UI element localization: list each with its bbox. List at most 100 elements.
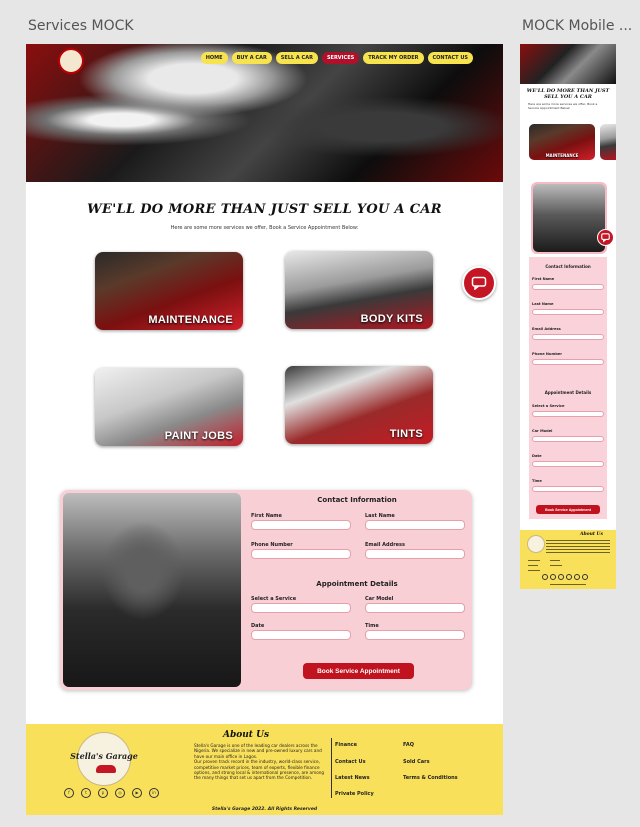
footer-link-sold-cars[interactable]: Sold Cars [403,759,430,765]
instagram-icon[interactable]: ◎ [115,788,125,798]
book-appointment-button[interactable]: Book Service Appointment [303,663,414,679]
mobile-service-card-maintenance[interactable]: MAINTENANCE [529,124,595,160]
service-card-maintenance[interactable]: MAINTENANCE [95,252,243,330]
twitter-icon[interactable]: t [81,788,91,798]
page-headline: WE'LL DO MORE THAN JUST SELL YOU A CAR [87,202,442,217]
car-model-input[interactable] [365,603,465,613]
mobile-email-input[interactable] [532,334,604,340]
mobile-service-card-next[interactable] [600,124,616,160]
footer-link-faq[interactable]: FAQ [403,742,414,748]
chat-button[interactable] [462,266,496,300]
mobile-about-text-line [546,543,610,544]
mobile-last-name-input[interactable] [532,309,604,315]
linkedin-icon[interactable] [582,574,588,580]
mobile-first-name-label: First Name [532,277,555,281]
mobile-date-input[interactable] [532,461,604,467]
chat-bubble-icon [601,233,610,243]
mobile-about-text-line [546,552,610,553]
instagram-icon[interactable] [566,574,572,580]
nav-buy-a-car[interactable]: BUY A CAR [231,52,272,64]
nav-services[interactable]: SERVICES [321,52,360,64]
service-card-paint-jobs[interactable]: PAINT JOBS [95,368,243,446]
mobile-first-name-input[interactable] [532,284,604,290]
site-logo[interactable] [58,48,84,74]
mobile-footer-link[interactable] [528,570,540,571]
footer-link-finance[interactable]: Finance [335,742,357,748]
youtube-icon[interactable]: ▶ [132,788,142,798]
desktop-artboard: HOME BUY A CAR SELL A CAR SERVICES TRACK… [26,44,503,815]
service-card-body-kits[interactable]: BODY KITS [285,251,433,329]
mobile-last-name-label: Last Name [532,302,554,306]
pinterest-icon[interactable]: p [98,788,108,798]
service-card-label: TINTS [389,428,423,440]
mobile-footer-link[interactable] [528,560,540,561]
mobile-date-label: Date [532,454,542,458]
mobile-chat-button[interactable] [597,229,614,246]
pinterest-icon[interactable] [558,574,564,580]
service-card-tints[interactable]: TINTS [285,366,433,444]
last-name-label: Last Name [365,513,395,519]
mobile-garage-photo [533,184,605,252]
about-us-title: About Us [222,730,270,740]
youtube-icon[interactable] [574,574,580,580]
service-card-label: PAINT JOBS [164,430,233,442]
footer-link-latest-news[interactable]: Latest News [335,775,370,781]
facebook-icon[interactable] [542,574,548,580]
footer-logo[interactable]: Stella's Garage [70,732,138,786]
about-us-paragraph-2: Our proven track record in the industry,… [194,759,325,781]
linkedin-icon[interactable]: in [149,788,159,798]
appointment-details-heading: Appointment Details [316,580,398,588]
mobile-frame-title: MOCK Mobile ... [522,18,633,34]
email-input[interactable] [365,549,465,559]
mobile-footer-link[interactable] [550,565,562,566]
mobile-phone-input[interactable] [532,359,604,365]
nav-track-my-order[interactable]: TRACK MY ORDER [363,52,424,64]
time-input[interactable] [365,630,465,640]
garage-lift-photo [63,493,241,687]
phone-label: Phone Number [251,542,293,548]
mobile-about-text-line [546,549,610,550]
time-label: Time [365,623,379,629]
main-nav: HOME BUY A CAR SELL A CAR SERVICES TRACK… [200,52,473,64]
facebook-icon[interactable]: f [64,788,74,798]
copyright-text: Stella's Garage 2022. All Rights Reserve… [211,807,318,812]
car-icon [96,765,116,773]
first-name-input[interactable] [251,520,351,530]
mobile-headline: WE'LL DO MORE THAN JUST SELL YOU A CAR [526,88,610,100]
service-card-label: MAINTENANCE [148,314,233,326]
footer-logo-text: Stella's Garage [70,751,138,761]
mobile-car-model-input[interactable] [532,436,604,442]
page-subtext: Here are some more services we offer, Bo… [170,225,359,231]
nav-contact-us[interactable]: CONTACT US [427,52,473,64]
mobile-footer-link[interactable] [550,560,560,561]
mobile-book-appointment-button[interactable]: Book Service Appointment [536,505,600,514]
mobile-artboard: WE'LL DO MORE THAN JUST SELL YOU A CAR H… [520,44,616,589]
hero-engine-image: HOME BUY A CAR SELL A CAR SERVICES TRACK… [26,44,503,182]
mobile-time-input[interactable] [532,486,604,492]
footer-link-terms[interactable]: Terms & Conditions [403,775,458,781]
mobile-service-select[interactable] [532,411,604,417]
nav-sell-a-car[interactable]: SELL A CAR [275,52,318,64]
mobile-phone-label: Phone Number [532,352,563,356]
footer-link-contact-us[interactable]: Contact Us [335,759,366,765]
mobile-time-label: Time [532,479,542,483]
date-label: Date [251,623,265,629]
about-us-paragraph-1: Stella's Garage is one of the leading ca… [194,743,322,759]
service-select[interactable] [251,603,351,613]
site-footer: Stella's Garage f t p ◎ ▶ in About Us St… [26,724,503,815]
mobile-subtext: Here are some more services we offer, Bo… [528,102,598,110]
mobile-footer-logo[interactable] [527,535,545,553]
nav-home[interactable]: HOME [200,52,228,64]
last-name-input[interactable] [365,520,465,530]
mobile-about-text-line [546,546,610,547]
date-input[interactable] [251,630,351,640]
mobile-footer-link[interactable] [528,565,538,566]
first-name-label: First Name [251,513,282,519]
mobile-car-model-label: Car Model [532,429,553,433]
phone-input[interactable] [251,549,351,559]
mobile-appointment-form: Contact Information First Name Last Name… [529,257,607,519]
contact-info-heading: Contact Information [317,496,397,504]
service-card-label: BODY KITS [360,313,423,325]
footer-link-private-policy[interactable]: Private Policy [335,791,374,797]
twitter-icon[interactable] [550,574,556,580]
